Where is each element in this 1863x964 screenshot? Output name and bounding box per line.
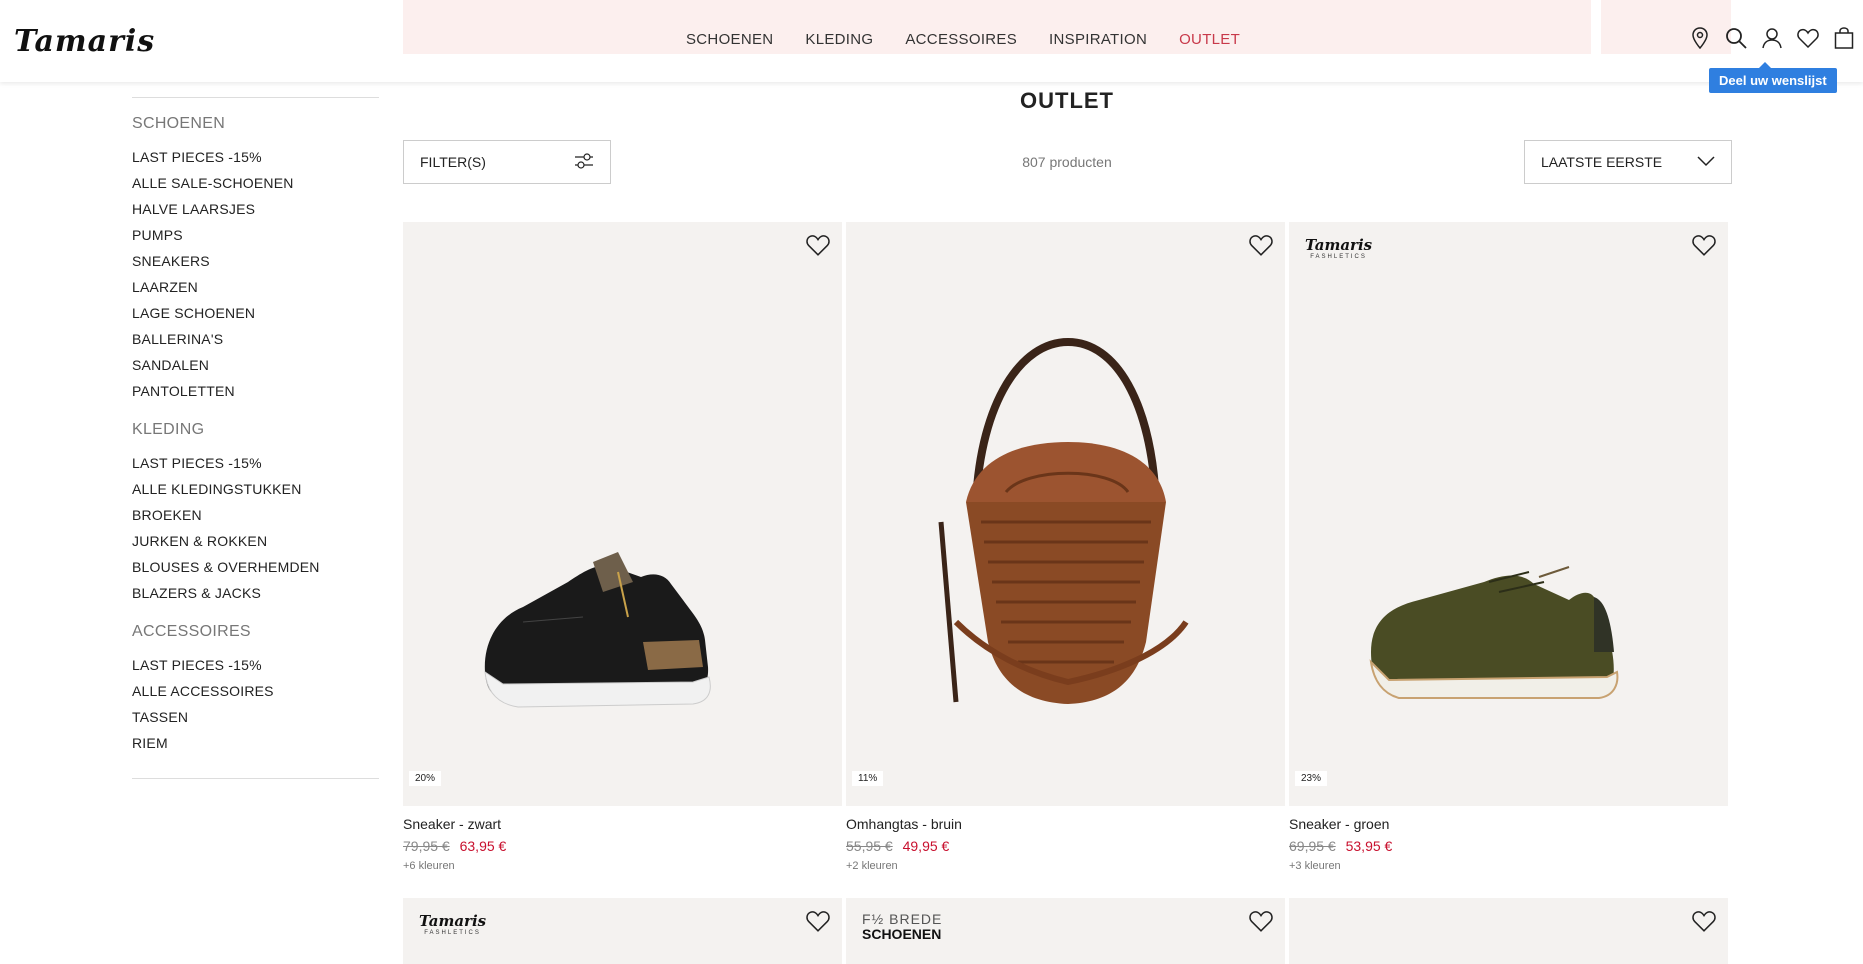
sidebar-item[interactable]: RIEM: [132, 730, 379, 756]
discount-badge: 23%: [1295, 771, 1328, 786]
product-prices: 55,95 € 49,95 €: [846, 838, 1285, 854]
sidebar-item[interactable]: PUMPS: [132, 222, 379, 248]
sale-price: 63,95 €: [459, 838, 507, 854]
heart-icon[interactable]: [806, 910, 830, 932]
account-icon[interactable]: [1761, 26, 1783, 50]
product-image[interactable]: [1289, 898, 1728, 964]
nav-item-schoenen[interactable]: SCHOENEN: [686, 31, 773, 48]
sidebar-item[interactable]: ALLE SALE-SCHOENEN: [132, 170, 379, 196]
sidebar-section-title[interactable]: SCHOENEN: [132, 115, 379, 133]
sidebar-section-title[interactable]: KLEDING: [132, 421, 379, 439]
product-card[interactable]: 11% Omhangtas - bruin 55,95 € 49,95 € +2…: [846, 222, 1285, 872]
sneaker-black-image: [484, 552, 711, 708]
sidebar-item[interactable]: LAARZEN: [132, 274, 379, 300]
sidebar-item[interactable]: SNEAKERS: [132, 248, 379, 274]
search-icon[interactable]: [1725, 26, 1747, 50]
sidebar-item[interactable]: BLAZERS & JACKS: [132, 580, 379, 606]
product-count: 807 producten: [1022, 154, 1112, 170]
sidebar-section-kleding: KLEDING LAST PIECES -15% ALLE KLEDINGSTU…: [132, 421, 379, 606]
color-count[interactable]: +3 kleuren: [1289, 860, 1728, 872]
product-image[interactable]: Tamaris FASHLETICS 23%: [1289, 222, 1728, 806]
old-price: 55,95 €: [846, 838, 893, 854]
product-image[interactable]: F½ BREDE SCHOENEN: [846, 898, 1285, 964]
sidebar-section-title[interactable]: ACCESSOIRES: [132, 623, 379, 641]
sidebar-item[interactable]: LAST PIECES -15%: [132, 144, 379, 170]
sort-label: LAATSTE EERSTE: [1541, 154, 1663, 170]
product-card[interactable]: Tamaris FASHLETICS: [403, 898, 842, 964]
sidebar-section-accessoires: ACCESSOIRES LAST PIECES -15% ALLE ACCESS…: [132, 623, 379, 756]
sidebar-item[interactable]: HALVE LAARSJES: [132, 196, 379, 222]
main-nav: SCHOENEN KLEDING ACCESSOIRES INSPIRATION…: [686, 31, 1240, 48]
sidebar-item[interactable]: JURKEN & ROKKEN: [132, 528, 379, 554]
chevron-down-icon: [1697, 154, 1715, 170]
sliders-icon: [574, 152, 594, 173]
color-count[interactable]: +2 kleuren: [846, 860, 1285, 872]
product-prices: 69,95 € 53,95 €: [1289, 838, 1728, 854]
fashletics-brand-logo: Tamaris FASHLETICS: [419, 912, 487, 936]
product-name[interactable]: Omhangtas - bruin: [846, 816, 1285, 832]
product-card[interactable]: [1289, 898, 1728, 964]
sidebar-divider: [132, 778, 379, 779]
sidebar-item[interactable]: LAGE SCHOENEN: [132, 300, 379, 326]
product-image[interactable]: 20%: [403, 222, 842, 806]
nav-item-outlet[interactable]: OUTLET: [1179, 31, 1240, 48]
header-icons: [1689, 26, 1855, 50]
discount-badge: 11%: [852, 771, 884, 786]
product-prices: 79,95 € 63,95 €: [403, 838, 842, 854]
page-title: OUTLET: [1020, 88, 1114, 113]
sidebar-item[interactable]: TASSEN: [132, 704, 379, 730]
product-card[interactable]: F½ BREDE SCHOENEN: [846, 898, 1285, 964]
sidebar-item[interactable]: BLOUSES & OVERHEMDEN: [132, 554, 379, 580]
sort-dropdown[interactable]: LAATSTE EERSTE: [1524, 140, 1732, 184]
category-sidebar: SCHOENEN LAST PIECES -15% ALLE SALE-SCHO…: [132, 97, 379, 779]
product-image[interactable]: Tamaris FASHLETICS: [403, 898, 842, 964]
sale-price: 53,95 €: [1345, 838, 1393, 854]
filter-label: FILTER(S): [420, 154, 486, 170]
location-icon[interactable]: [1689, 26, 1711, 50]
wide-shoes-brand-logo: F½ BREDE SCHOENEN: [862, 911, 943, 942]
wishlist-heart-icon[interactable]: [1797, 26, 1819, 50]
color-count[interactable]: +6 kleuren: [403, 860, 842, 872]
sidebar-item[interactable]: LAST PIECES -15%: [132, 450, 379, 476]
sidebar-item[interactable]: BROEKEN: [132, 502, 379, 528]
bag-icon[interactable]: [1833, 26, 1855, 50]
site-header: Tamaris SCHOENEN KLEDING ACCESSOIRES INS…: [0, 0, 1863, 82]
sidebar-item[interactable]: ALLE KLEDINGSTUKKEN: [132, 476, 379, 502]
brand-logo[interactable]: Tamaris: [14, 24, 155, 59]
sidebar-section-schoenen: SCHOENEN LAST PIECES -15% ALLE SALE-SCHO…: [132, 115, 379, 404]
product-name[interactable]: Sneaker - groen: [1289, 816, 1728, 832]
sale-price: 49,95 €: [902, 838, 950, 854]
product-card[interactable]: Tamaris FASHLETICS 23% Sneaker - groen 6…: [1289, 222, 1728, 872]
nav-item-accessoires[interactable]: ACCESSOIRES: [905, 31, 1017, 48]
sidebar-divider: [132, 97, 379, 98]
product-name[interactable]: Sneaker - zwart: [403, 816, 842, 832]
nav-item-kleding[interactable]: KLEDING: [805, 31, 873, 48]
old-price: 69,95 €: [1289, 838, 1336, 854]
sidebar-item[interactable]: BALLERINA'S: [132, 326, 379, 352]
sidebar-item[interactable]: LAST PIECES -15%: [132, 652, 379, 678]
filter-button[interactable]: FILTER(S): [403, 140, 611, 184]
sidebar-item[interactable]: PANTOLETTEN: [132, 378, 379, 404]
nav-item-inspiration[interactable]: INSPIRATION: [1049, 31, 1147, 48]
old-price: 79,95 €: [403, 838, 450, 854]
sneaker-green-image: [1369, 566, 1619, 699]
product-image[interactable]: 11%: [846, 222, 1285, 806]
heart-icon[interactable]: [1692, 910, 1716, 932]
heart-icon[interactable]: [1249, 910, 1273, 932]
sidebar-item[interactable]: SANDALEN: [132, 352, 379, 378]
sidebar-item[interactable]: ALLE ACCESSOIRES: [132, 678, 379, 704]
discount-badge: 20%: [409, 771, 442, 786]
handbag-brown-image: [938, 337, 1189, 704]
wishlist-tooltip: Deel uw wenslijst: [1709, 62, 1837, 93]
product-card[interactable]: 20% Sneaker - zwart 79,95 € 63,95 € +6 k…: [403, 222, 842, 872]
